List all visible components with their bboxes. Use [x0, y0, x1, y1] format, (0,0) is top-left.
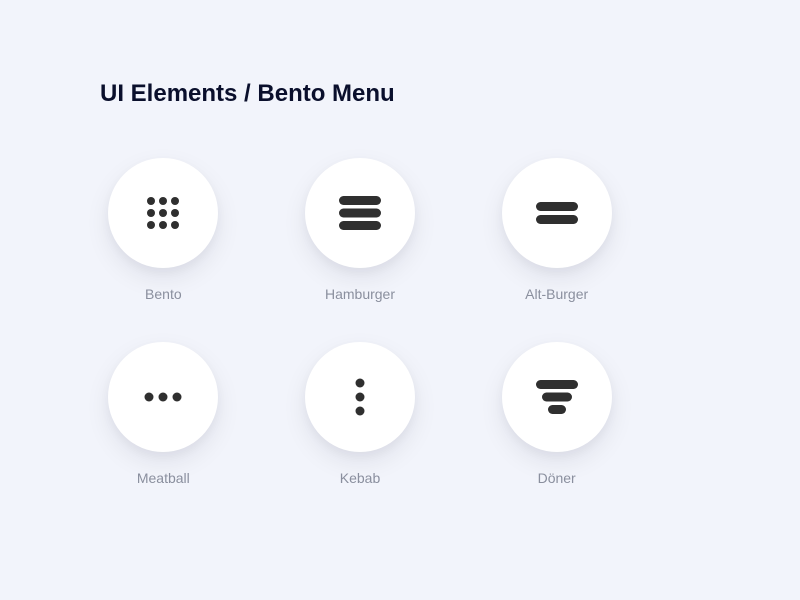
- alt-burger-button[interactable]: [502, 158, 612, 268]
- doner-icon: [536, 380, 578, 414]
- kebab-button[interactable]: [305, 342, 415, 452]
- hamburger-item: Hamburger: [297, 158, 424, 302]
- hamburger-label: Hamburger: [325, 286, 395, 302]
- alt-burger-label: Alt-Burger: [525, 286, 588, 302]
- kebab-icon: [355, 378, 365, 416]
- alt-burger-item: Alt-Burger: [493, 158, 620, 302]
- page-title: UI Elements / Bento Menu: [100, 80, 700, 108]
- meatball-item: Meatball: [100, 342, 227, 486]
- bento-button[interactable]: [108, 158, 218, 268]
- icon-grid: Bento Hamburger Alt-Burger: [100, 158, 620, 486]
- bento-label: Bento: [145, 286, 182, 302]
- bento-item: Bento: [100, 158, 227, 302]
- meatball-button[interactable]: [108, 342, 218, 452]
- doner-button[interactable]: [502, 342, 612, 452]
- alt-burger-icon: [536, 202, 578, 224]
- doner-label: Döner: [538, 470, 576, 486]
- meatball-icon: [144, 392, 182, 402]
- bento-icon: [144, 194, 182, 232]
- hamburger-icon: [339, 196, 381, 230]
- meatball-label: Meatball: [137, 470, 190, 486]
- kebab-item: Kebab: [297, 342, 424, 486]
- kebab-label: Kebab: [340, 470, 380, 486]
- hamburger-button[interactable]: [305, 158, 415, 268]
- doner-item: Döner: [493, 342, 620, 486]
